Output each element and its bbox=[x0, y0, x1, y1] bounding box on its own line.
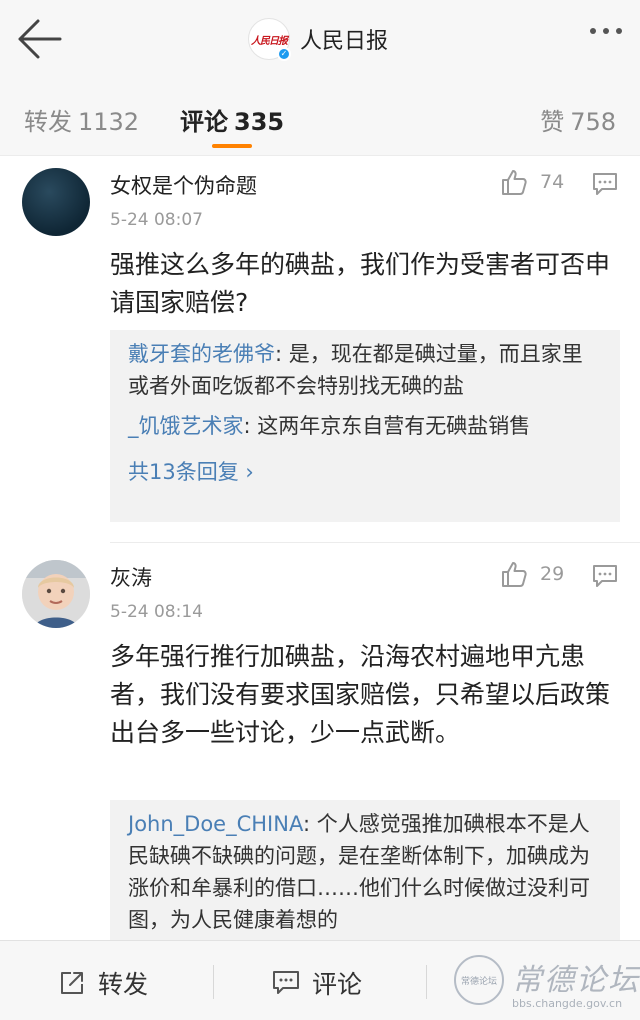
comment-bubble-icon bbox=[593, 565, 617, 587]
view-all-replies-link[interactable]: 共13条回复 › bbox=[128, 456, 602, 486]
comment-bubble-icon bbox=[593, 173, 617, 195]
baby-photo-icon bbox=[22, 560, 90, 628]
tab-like[interactable]: 赞 758 bbox=[540, 102, 616, 137]
bottom-action-bar: 转发 评论 常德论坛 常德论坛 bbs.changde.gov.cn bbox=[0, 940, 640, 1020]
account-header[interactable]: 人民日报 ✓ 人民日报 bbox=[248, 18, 389, 61]
comment-time: 5-24 08:14 bbox=[110, 602, 203, 622]
thumbs-up-icon bbox=[502, 562, 527, 587]
reply-item: 戴牙套的老佛爷: 是，现在都是碘过量，而且家里或者外面吃饭都不会特别找无碘的盐 bbox=[128, 342, 583, 398]
divider bbox=[426, 965, 427, 999]
reply-item: John_Doe_CHINA: 个人感觉强推加碘根本不是人民缺碘不缺碘的问题，是… bbox=[128, 812, 590, 932]
comment-button[interactable]: 评论 bbox=[272, 965, 362, 1001]
watermark-url: bbs.changde.gov.cn bbox=[512, 997, 623, 1010]
reply-item: _饥饿艺术家: 这两年京东自营有无碘盐销售 bbox=[128, 414, 531, 438]
reply-button[interactable] bbox=[592, 172, 618, 200]
comment-bubble-icon bbox=[273, 971, 299, 994]
account-name: 人民日报 bbox=[300, 29, 389, 54]
top-nav-bar: 人民日报 ✓ 人民日报 bbox=[0, 0, 640, 78]
tab-bar: 转发 1132 评论 335 赞 758 bbox=[0, 78, 640, 156]
reply-username[interactable]: _饥饿艺术家 bbox=[128, 414, 244, 438]
reply-button[interactable] bbox=[592, 564, 618, 592]
forum-watermark: 常德论坛 常德论坛 bbs.changde.gov.cn bbox=[450, 955, 640, 1015]
share-icon bbox=[61, 972, 83, 994]
thumbs-up-icon bbox=[502, 170, 527, 195]
repost-button[interactable]: 转发 bbox=[58, 965, 148, 1001]
tab-repost[interactable]: 转发 1132 bbox=[24, 102, 139, 137]
comment-text: 多年强行推行加碘盐，沿海农村遍地甲亢患者，我们没有要求国家赔偿，只希望以后政策出… bbox=[110, 642, 611, 747]
arrow-left-icon bbox=[18, 19, 62, 59]
reply-username[interactable]: 戴牙套的老佛爷 bbox=[128, 342, 275, 366]
comment-username[interactable]: 女权是个伪命题 bbox=[110, 170, 257, 200]
comment-text: 强推这么多年的碘盐，我们作为受害者可否申请国家赔偿? bbox=[110, 250, 611, 317]
avatar[interactable] bbox=[22, 168, 90, 236]
active-tab-indicator bbox=[212, 144, 252, 148]
verified-badge-icon: ✓ bbox=[277, 47, 291, 61]
more-dots-icon[interactable] bbox=[590, 28, 622, 34]
watermark-seal: 常德论坛 bbox=[454, 955, 504, 1005]
tab-comment[interactable]: 评论 335 bbox=[180, 102, 284, 137]
divider bbox=[110, 542, 640, 543]
back-button[interactable] bbox=[14, 18, 64, 60]
avatar[interactable] bbox=[22, 560, 90, 628]
comment-time: 5-24 08:07 bbox=[110, 210, 203, 230]
comment-username[interactable]: 灰涛 bbox=[110, 562, 152, 592]
reply-username[interactable]: John_Doe_CHINA bbox=[128, 812, 303, 836]
reply-box[interactable]: John_Doe_CHINA: 个人感觉强推加碘根本不是人民缺碘不缺碘的问题，是… bbox=[110, 800, 620, 950]
watermark-title: 常德论坛 bbox=[512, 963, 640, 998]
like-button[interactable]: 74 bbox=[500, 168, 564, 196]
reply-box[interactable]: 戴牙套的老佛爷: 是，现在都是碘过量，而且家里或者外面吃饭都不会特别找无碘的盐 … bbox=[110, 330, 620, 522]
divider bbox=[213, 965, 214, 999]
account-logo: 人民日报 ✓ bbox=[248, 18, 291, 61]
like-button[interactable]: 29 bbox=[500, 560, 564, 588]
